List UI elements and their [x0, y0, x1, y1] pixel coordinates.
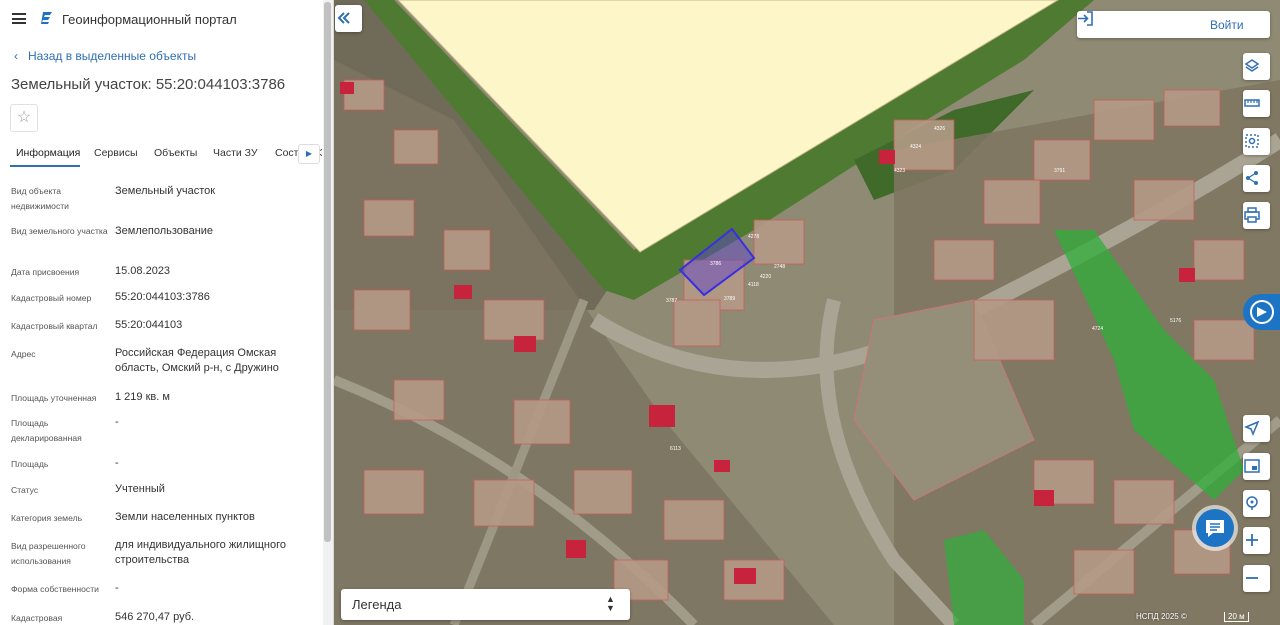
property-label: Категория земель: [11, 513, 83, 523]
chat-bubble-icon: [1206, 520, 1224, 537]
property-label: Кадастровый квартал: [11, 321, 98, 331]
back-to-selected-link[interactable]: ‹ Назад в выделенные объекты: [14, 49, 196, 63]
assistant-widget[interactable]: [1243, 294, 1280, 330]
property-value: 546 270,47 руб.: [115, 611, 195, 623]
active-tab-indicator: [10, 165, 80, 167]
assistant-icon: [1250, 300, 1274, 324]
zoom-out-button[interactable]: [1243, 565, 1270, 592]
minimap-icon: [1244, 459, 1260, 473]
parcel-label: 4326: [934, 126, 945, 132]
layers-icon: [1244, 59, 1260, 72]
parcel-label: 4324: [910, 144, 921, 150]
select-area-button[interactable]: [1243, 128, 1270, 155]
property-value: 15.08.2023: [115, 265, 171, 277]
search-location-button[interactable]: [1243, 490, 1270, 517]
parcel-label: 4278: [748, 234, 759, 240]
property-value: -: [115, 416, 119, 428]
property-label: Вид земельного участка: [11, 226, 108, 236]
legend-select[interactable]: Легенда ▲ ▼: [341, 589, 630, 620]
parcel-label: 3791: [1054, 168, 1065, 174]
property-value: для индивидуального жилищного строительс…: [115, 539, 287, 566]
chevron-left-icon: ‹: [14, 49, 18, 63]
tab-scroll-right-icon[interactable]: ▶: [298, 144, 320, 164]
property-label: Кадастровый номер: [11, 293, 92, 303]
parcel-label: 2748: [774, 264, 785, 270]
info-panel: Геоинформационный портал ‹ Назад в выделе…: [0, 0, 334, 625]
portal-logo-icon: [41, 12, 52, 24]
hamburger-menu-icon[interactable]: [12, 13, 26, 24]
ruler-icon: [1244, 99, 1260, 107]
my-location-button[interactable]: [1243, 415, 1270, 442]
printer-icon: [1244, 207, 1260, 223]
layers-button[interactable]: [1243, 53, 1270, 80]
map-scale: 20 м: [1224, 612, 1249, 622]
property-label: Площадь: [11, 459, 49, 469]
property-value: 55:20:044103: [115, 319, 183, 331]
property-value: Российская Федерация Омская область, Омс…: [115, 347, 279, 374]
share-icon: [1246, 171, 1258, 185]
property-label: Форма собственности: [11, 584, 99, 594]
property-value: Земельный участок: [115, 185, 216, 197]
tab-objects[interactable]: Объекты: [154, 147, 197, 159]
legend-label: Легенда: [352, 597, 402, 612]
object-title: Земельный участок: 55:20:044103:3786: [11, 76, 286, 93]
property-value: -: [115, 582, 119, 594]
login-icon: [1078, 11, 1093, 26]
parcel-label: 3789: [724, 296, 735, 302]
sort-arrows-icon: ▲ ▼: [606, 594, 615, 613]
tab-information[interactable]: Информация: [16, 147, 80, 159]
login-button[interactable]: Войти: [1077, 11, 1270, 38]
panel-scrollbar[interactable]: [323, 0, 333, 625]
parcel-label: 5176: [1170, 318, 1181, 324]
tab-parts[interactable]: Части ЗУ: [213, 147, 258, 159]
parcel-label: 4220: [760, 274, 771, 280]
property-label: Кадастровая: [11, 613, 63, 623]
parcel-label: 4118: [748, 282, 759, 288]
scrollbar-thumb[interactable]: [324, 2, 331, 542]
chat-button[interactable]: [1196, 509, 1234, 547]
parcel-label: 6113: [670, 446, 681, 452]
property-value: -: [115, 457, 119, 469]
property-label: Вид разрешенного использования: [11, 541, 86, 566]
location-search-icon: [1246, 496, 1258, 510]
portal-title: Геоинформационный портал: [62, 12, 237, 27]
property-label: Статус: [11, 485, 39, 495]
parcel-label: 4323: [894, 168, 905, 174]
map-copyright: НСПД 2025 ©: [1136, 612, 1187, 621]
top-bar: Геоинформационный портал: [0, 0, 333, 38]
measure-button[interactable]: [1243, 90, 1270, 117]
property-label: Адрес: [11, 349, 36, 359]
back-link-label: Назад в выделенные объекты: [28, 49, 197, 63]
parcel-label: 3786: [710, 261, 721, 267]
property-label: Площадь декларированная: [11, 418, 82, 443]
favorite-star-icon[interactable]: ☆: [10, 104, 38, 132]
print-button[interactable]: [1243, 202, 1270, 229]
collapse-panel-button[interactable]: [335, 5, 362, 32]
property-value: 1 219 кв. м: [115, 391, 170, 403]
map-view[interactable]: 3786 3787 4278 4220 4118 3789 4326 3791 …: [334, 0, 1280, 625]
property-label: Дата присвоения: [11, 267, 80, 277]
login-label: Войти: [1210, 18, 1244, 32]
zoom-in-button[interactable]: [1243, 527, 1270, 554]
area-select-icon: [1245, 134, 1259, 148]
parcel-label: 3787: [666, 298, 677, 304]
property-value: Земли населенных пунктов: [115, 511, 255, 523]
navigation-arrow-icon: [1244, 420, 1260, 436]
tab-bar: Информация Сервисы Объекты Части ЗУ Сост…: [10, 140, 322, 168]
minus-icon: [1246, 577, 1258, 579]
plus-icon: [1246, 534, 1258, 546]
parcel-label: 4724: [1092, 326, 1103, 332]
double-chevron-left-icon: [337, 12, 350, 24]
share-button[interactable]: [1243, 165, 1270, 192]
property-value: 55:20:044103:3786: [115, 291, 210, 303]
property-label: Площадь уточненная: [11, 393, 97, 403]
tab-services[interactable]: Сервисы: [94, 147, 138, 159]
property-label: Вид объекта недвижимости: [11, 186, 69, 211]
property-value: Учтенный: [115, 483, 165, 495]
property-value: Землепользование: [115, 225, 214, 237]
satellite-map: 3786 3787 4278 4220 4118 3789 4326 3791 …: [334, 0, 1280, 625]
minimap-button[interactable]: [1243, 453, 1270, 480]
